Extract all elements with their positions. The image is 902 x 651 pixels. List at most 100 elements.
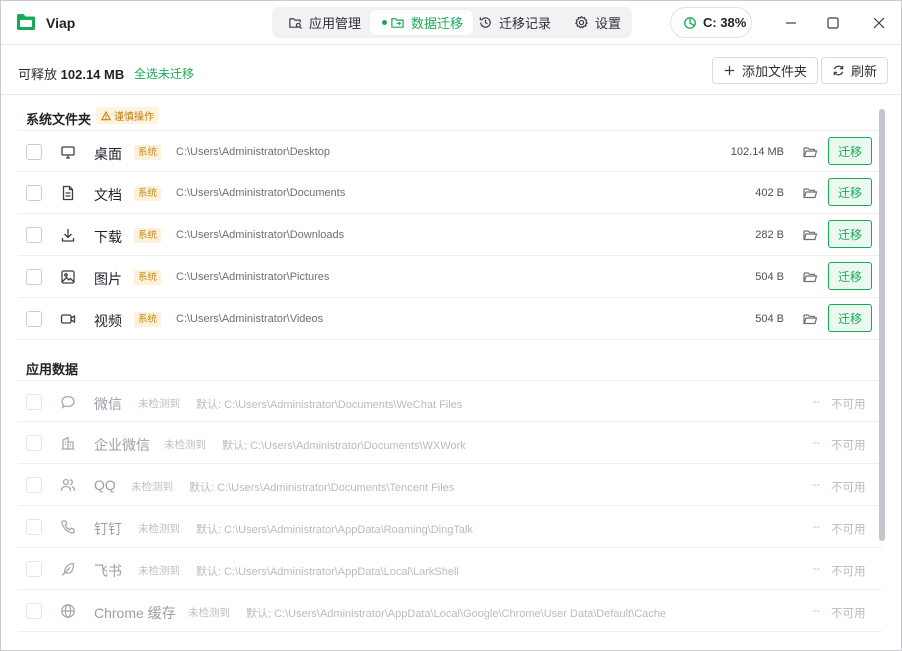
row-checkbox[interactable] — [26, 311, 42, 327]
unavailable-label: 不可用 — [831, 440, 866, 452]
unavailable-label: 不可用 — [831, 608, 866, 620]
system-tag: 系统 — [134, 228, 162, 243]
unavailable-label: 不可用 — [831, 524, 866, 536]
minimize-button[interactable] — [780, 12, 802, 34]
pie-chart-icon — [684, 16, 696, 29]
row-name: 飞书 — [94, 563, 122, 579]
row-size: 102.14 MB — [730, 146, 784, 158]
refresh-button[interactable]: 刷新 — [821, 57, 889, 84]
section-title-system: 系统文件夹 — [26, 112, 92, 127]
not-detected-tag: 未检测到 — [138, 523, 180, 535]
document-icon — [62, 185, 74, 201]
app-window: Viap 应用管理 数据迁移 迁移记录 设置 C: 38% 可释放 102.14… — [0, 0, 902, 651]
unavailable-label: 不可用 — [831, 399, 866, 411]
folder-open-icon[interactable] — [802, 144, 818, 160]
row-path: 默认: C:\Users\Administrator\AppData\Local… — [196, 566, 459, 578]
row-name: QQ — [94, 477, 116, 493]
migrate-button[interactable]: 迁移 — [828, 137, 872, 165]
globe-icon — [61, 604, 75, 618]
close-button[interactable] — [868, 12, 890, 34]
not-detected-tag: 未检测到 — [131, 481, 173, 493]
tab-history[interactable]: 迁移记录 — [466, 10, 561, 35]
image-icon — [61, 270, 75, 284]
unavailable-label: 不可用 — [831, 482, 866, 494]
scrollbar-thumb[interactable] — [879, 109, 885, 541]
folder-open-icon[interactable] — [802, 227, 818, 243]
row-name: 下载 — [94, 229, 122, 245]
table-row[interactable]: 图片 系统 C:\Users\Administrator\Pictures 50… — [18, 256, 882, 298]
row-path: C:\Users\Administrator\Desktop — [176, 146, 331, 158]
warning-icon — [101, 110, 111, 120]
row-size: 504 B — [755, 271, 784, 283]
not-detected-tag: 未检测到 — [188, 607, 230, 619]
select-all-unmigrated-link[interactable]: 全选未迁移 — [134, 65, 194, 82]
table-row: Chrome 缓存 未检测到 默认: C:\Users\Administrato… — [18, 590, 882, 632]
row-name: 钉钉 — [94, 521, 122, 537]
table-row[interactable]: 文档 系统 C:\Users\Administrator\Documents 4… — [18, 172, 882, 214]
folder-list: 系统文件夹 谨慎操作 桌面 系统 C:\Users\Administrator\… — [18, 96, 882, 650]
close-icon — [873, 17, 885, 29]
row-checkbox[interactable] — [26, 269, 42, 285]
video-icon — [60, 314, 76, 324]
migrate-button[interactable]: 迁移 — [828, 304, 872, 332]
not-detected-tag: 未检测到 — [138, 565, 180, 577]
migrate-button[interactable]: 迁移 — [828, 178, 872, 206]
nav-tabs: 应用管理 数据迁移 迁移记录 设置 — [272, 7, 632, 38]
toolbar: 可释放 102.14 MB 全选未迁移 添加文件夹 刷新 — [1, 45, 901, 95]
disk-usage-label: C: 38% — [703, 15, 747, 30]
migrate-button[interactable]: 迁移 — [828, 262, 872, 290]
download-icon — [61, 229, 75, 242]
releasable-value: 102.14 MB — [60, 67, 125, 82]
folder-migrate-icon — [391, 18, 404, 28]
row-size: -- — [812, 605, 820, 617]
feather-icon — [61, 562, 75, 576]
table-row: 企业微信 未检测到 默认: C:\Users\Administrator\Doc… — [18, 422, 882, 464]
row-size: 282 B — [755, 229, 784, 241]
row-name: 企业微信 — [94, 437, 150, 453]
system-tag: 系统 — [134, 312, 162, 327]
table-row[interactable]: 下载 系统 C:\Users\Administrator\Downloads 2… — [18, 214, 882, 256]
row-size: 504 B — [755, 313, 784, 325]
row-checkbox — [26, 603, 42, 619]
tab-data-migrate[interactable]: 数据迁移 — [370, 10, 474, 35]
refresh-label: 刷新 — [851, 64, 878, 79]
tab-label: 数据迁移 — [411, 16, 464, 31]
table-row[interactable]: 视频 系统 C:\Users\Administrator\Videos 504 … — [18, 298, 882, 340]
row-checkbox — [26, 519, 42, 535]
row-name: Chrome 缓存 — [94, 605, 176, 621]
users-icon — [60, 478, 76, 492]
add-folder-button[interactable]: 添加文件夹 — [712, 57, 819, 84]
chat-bubble-icon — [61, 395, 75, 409]
tab-settings[interactable]: 设置 — [562, 10, 631, 35]
table-row[interactable]: 桌面 系统 C:\Users\Administrator\Desktop 102… — [18, 130, 882, 172]
row-size: 402 B — [755, 187, 784, 199]
row-size: -- — [812, 437, 820, 449]
folder-open-icon[interactable] — [802, 311, 818, 327]
system-tag: 系统 — [134, 186, 162, 201]
monitor-icon — [61, 146, 75, 159]
row-name: 图片 — [94, 271, 122, 287]
releasable-label: 可释放 — [18, 67, 58, 82]
row-checkbox[interactable] — [26, 227, 42, 243]
row-checkbox[interactable] — [26, 144, 42, 160]
folder-open-icon[interactable] — [802, 185, 818, 201]
row-path: 默认: C:\Users\Administrator\Documents\WeC… — [196, 399, 463, 411]
row-checkbox[interactable] — [26, 185, 42, 201]
migrate-button[interactable]: 迁移 — [828, 220, 872, 248]
gear-icon — [574, 15, 589, 29]
not-detected-tag: 未检测到 — [164, 439, 206, 451]
tab-app-manage[interactable]: 应用管理 — [276, 10, 371, 35]
building-icon — [61, 436, 75, 450]
history-icon — [479, 17, 491, 28]
table-row: 飞书 未检测到 默认: C:\Users\Administrator\AppDa… — [18, 548, 882, 590]
row-checkbox — [26, 435, 42, 451]
caution-label: 谨慎操作 — [114, 112, 154, 123]
table-row: QQ 未检测到 默认: C:\Users\Administrator\Docum… — [18, 464, 882, 506]
row-name: 文档 — [94, 187, 122, 203]
folder-open-icon[interactable] — [802, 269, 818, 285]
maximize-button[interactable] — [822, 12, 844, 34]
disk-usage-pill[interactable]: C: 38% — [670, 7, 752, 38]
app-manage-icon — [289, 18, 303, 30]
not-detected-tag: 未检测到 — [138, 398, 180, 410]
row-size: -- — [812, 563, 820, 575]
